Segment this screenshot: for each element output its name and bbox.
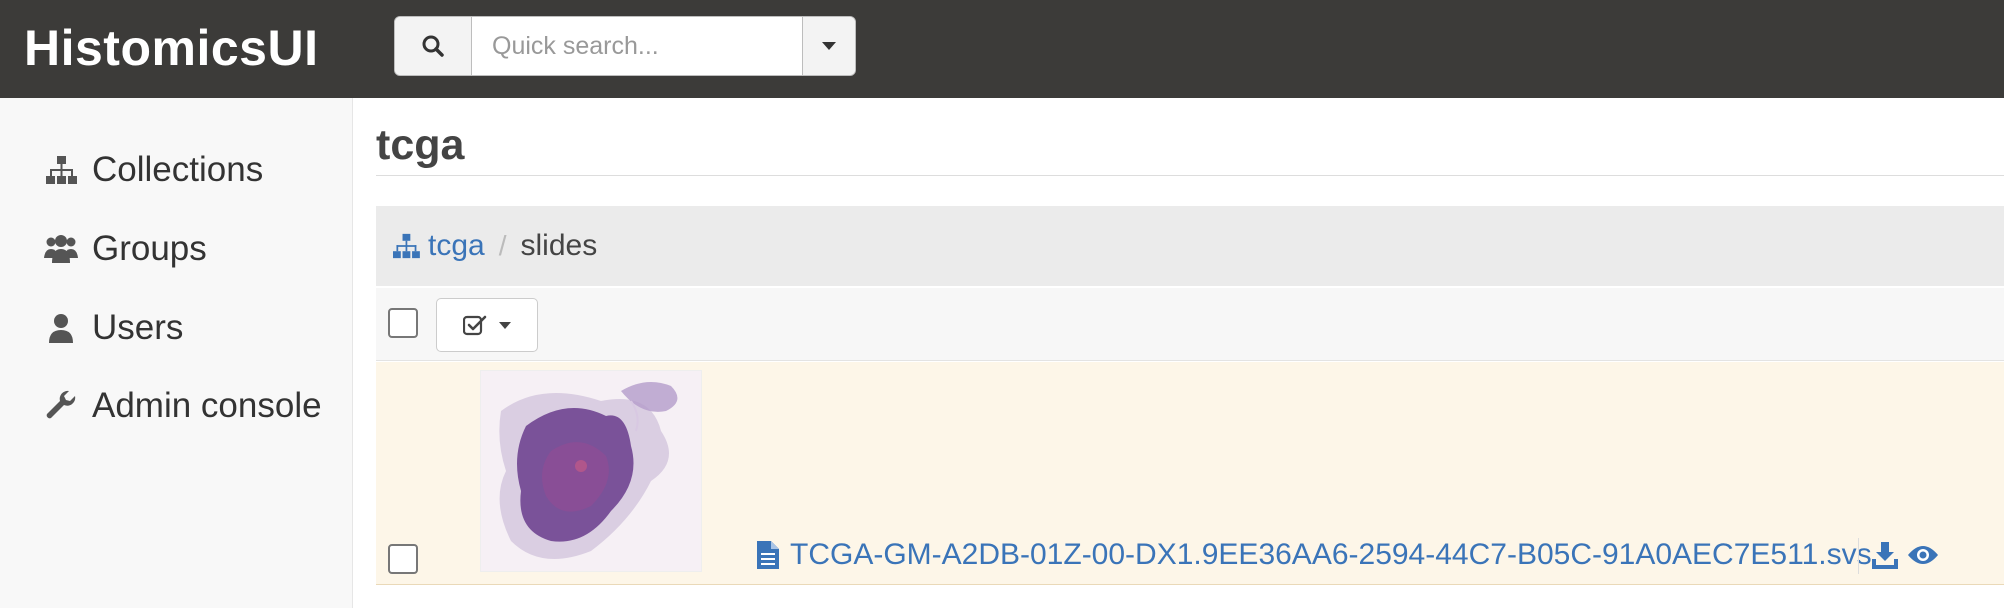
wrench-icon xyxy=(44,389,78,423)
file-name: TCGA-GM-A2DB-01Z-00-DX1.9EE36AA6-2594-44… xyxy=(790,538,1872,571)
select-all-checkbox[interactable] xyxy=(388,308,418,338)
search-button[interactable] xyxy=(395,17,472,75)
sitemap-icon xyxy=(44,153,78,187)
page-title: tcga xyxy=(376,121,465,169)
sidebar-item-label: Users xyxy=(92,308,184,347)
users-icon xyxy=(44,232,78,266)
file-text-icon xyxy=(756,539,782,571)
quick-search-group xyxy=(394,16,856,76)
download-button[interactable] xyxy=(1868,538,1902,572)
title-divider xyxy=(376,175,2004,176)
checked-actions-dropdown[interactable] xyxy=(436,298,538,352)
slide-thumbnail[interactable] xyxy=(480,370,702,572)
search-icon xyxy=(422,35,444,57)
sidebar-item-admin-console[interactable]: Admin console xyxy=(44,386,322,426)
sidebar-item-users[interactable]: Users xyxy=(44,308,183,348)
view-button[interactable] xyxy=(1906,538,1940,572)
caret-down-icon xyxy=(499,321,511,329)
item-checkbox[interactable] xyxy=(388,544,418,574)
quick-search-input[interactable] xyxy=(472,17,802,75)
caret-down-icon xyxy=(822,42,836,50)
sitemap-icon xyxy=(392,231,422,261)
item-list-toolbar xyxy=(376,288,2004,361)
breadcrumb-separator: / xyxy=(498,230,507,261)
file-link[interactable]: TCGA-GM-A2DB-01Z-00-DX1.9EE36AA6-2594-44… xyxy=(756,538,1872,572)
eye-icon xyxy=(1908,546,1938,564)
download-icon xyxy=(1872,542,1898,569)
sidebar-item-label: Admin console xyxy=(92,386,322,425)
breadcrumb-root-label: tcga xyxy=(428,229,485,262)
sidebar: Collections Groups Users Admin console xyxy=(0,98,353,608)
search-mode-dropdown[interactable] xyxy=(802,17,855,75)
actions-divider xyxy=(1858,538,1859,574)
sidebar-item-label: Collections xyxy=(92,150,264,189)
sidebar-item-collections[interactable]: Collections xyxy=(44,150,263,190)
app-brand[interactable]: HistomicsUI xyxy=(24,18,318,78)
list-item: TCGA-GM-A2DB-01Z-00-DX1.9EE36AA6-2594-44… xyxy=(376,362,2004,585)
breadcrumb-root-link[interactable]: tcga xyxy=(392,229,485,263)
sidebar-item-label: Groups xyxy=(92,229,207,268)
breadcrumb-current: slides xyxy=(520,229,598,262)
breadcrumb: tcga / slides xyxy=(376,206,2004,286)
user-icon xyxy=(44,311,78,345)
sidebar-item-groups[interactable]: Groups xyxy=(44,229,207,269)
top-navbar: HistomicsUI xyxy=(0,0,2004,98)
check-square-icon xyxy=(463,315,487,336)
